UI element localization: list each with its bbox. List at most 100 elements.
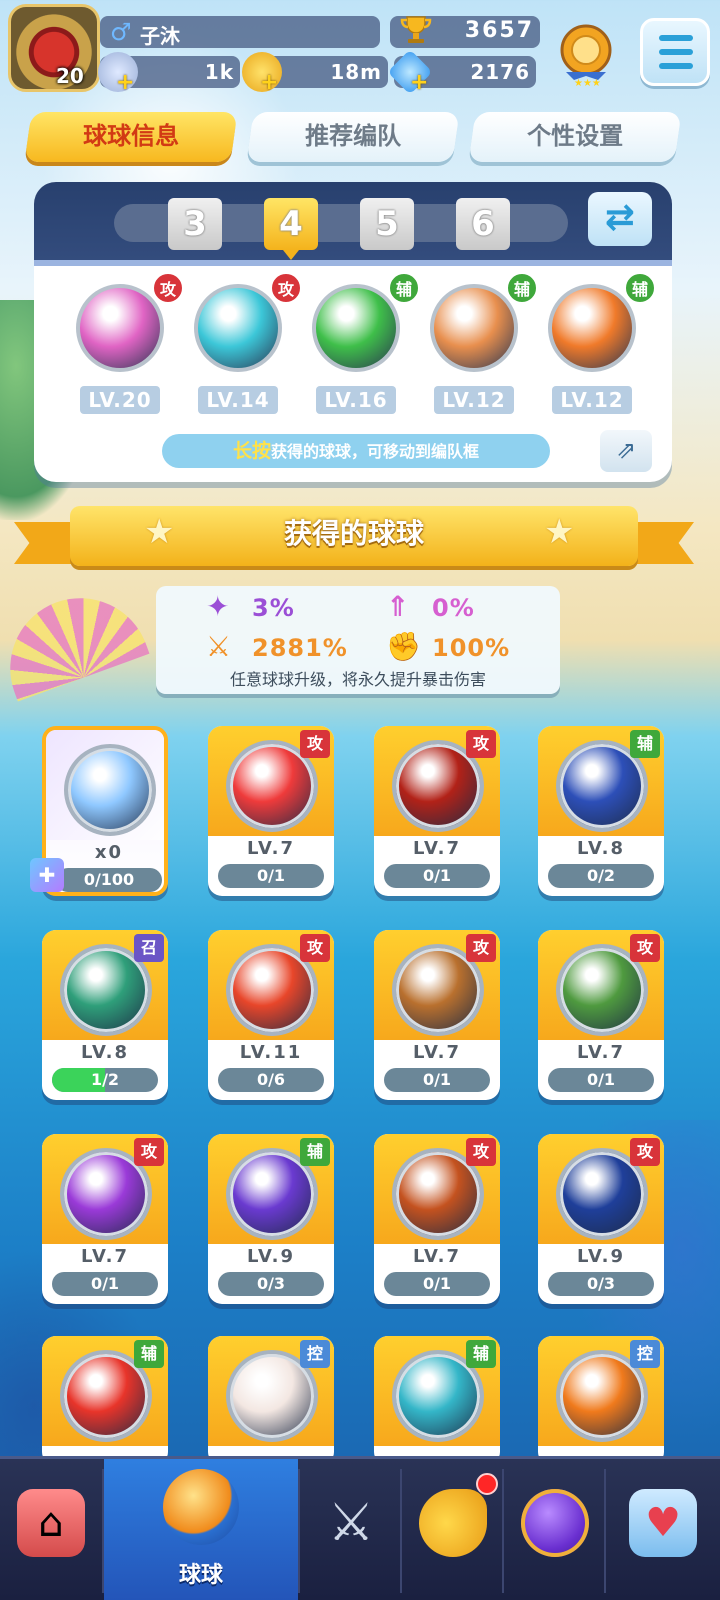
- male-icon: ♂: [110, 18, 132, 46]
- ball-card[interactable]: 辅 LV.8 0/2: [538, 726, 664, 896]
- ball-card[interactable]: 辅: [42, 1336, 168, 1466]
- team-slot-5[interactable]: 5: [360, 198, 414, 250]
- team-ball-5[interactable]: [548, 284, 636, 372]
- ball-card[interactable]: 攻 LV.11 0/6: [208, 930, 334, 1100]
- ball-card[interactable]: 攻 LV.7 0/1: [42, 1134, 168, 1304]
- ball-icon: [64, 744, 156, 836]
- upgrade-progress-bar: 0/1: [52, 1272, 158, 1296]
- add-gold-icon[interactable]: +: [260, 70, 278, 95]
- ball-card[interactable]: 召 LV.8 1/2: [42, 930, 168, 1100]
- ball-type-tag: 辅: [630, 730, 660, 758]
- trophy-count: 3657: [464, 18, 534, 43]
- team-slot-3[interactable]: 3: [168, 198, 222, 250]
- ball-card[interactable]: 攻 LV.7 0/1: [374, 726, 500, 896]
- upgrade-progress-bar: 0/6: [218, 1068, 324, 1092]
- upgrade-progress-bar: 0/2: [548, 864, 654, 888]
- ball-type-tag: 攻: [134, 1138, 164, 1166]
- ball-type-tag: 辅: [624, 272, 656, 304]
- power-value: 100%: [432, 634, 511, 662]
- upgrade-progress-bar: 0/3: [218, 1272, 324, 1296]
- progress-text: 0/1: [256, 866, 286, 885]
- ball-type-tag: 辅: [466, 1340, 496, 1368]
- puzzle-piece-icon: ✚: [30, 858, 64, 892]
- crit-boost-icon: ⇑: [386, 590, 410, 623]
- hint-highlight: 长按: [232, 440, 271, 462]
- team-ball-3[interactable]: [312, 284, 400, 372]
- ball-type-tag: 攻: [630, 934, 660, 962]
- add-diamond-icon[interactable]: +: [410, 70, 428, 95]
- ball-card[interactable]: 攻 LV.7 0/1: [374, 930, 500, 1100]
- ball-card[interactable]: 攻 LV.9 0/3: [538, 1134, 664, 1304]
- team-ball-4[interactable]: [430, 284, 518, 372]
- hint-text: 获得的球球，可移动到编队框: [271, 442, 480, 461]
- nav-planet[interactable]: [504, 1459, 606, 1600]
- menu-button[interactable]: [640, 18, 710, 86]
- tab-label: 推荐编队: [305, 122, 402, 150]
- crit-damage-icon: ⚔: [206, 630, 232, 663]
- team-ball-2[interactable]: [194, 284, 282, 372]
- upgrade-progress-bar: 0/1: [218, 864, 324, 888]
- add-energy-icon[interactable]: +: [116, 70, 134, 95]
- upgrade-progress-bar: 0/1: [548, 1068, 654, 1092]
- ball-card[interactable]: 控: [538, 1336, 664, 1466]
- team-ball-1[interactable]: [76, 284, 164, 372]
- ball-type-tag: 攻: [466, 934, 496, 962]
- nav-chat[interactable]: ♥: [606, 1459, 720, 1600]
- long-press-hint: 长按获得的球球，可移动到编队框: [162, 434, 550, 468]
- share-icon[interactable]: ⇗: [600, 430, 652, 472]
- team-slot-6[interactable]: 6: [456, 198, 510, 250]
- team-ball-level: LV.16: [316, 386, 396, 414]
- progress-text: 0/100: [83, 870, 135, 889]
- ball-card[interactable]: 辅 LV.9 0/3: [208, 1134, 334, 1304]
- rank-medal-icon[interactable]: ★★★: [556, 20, 616, 90]
- nav-whistle[interactable]: [402, 1459, 504, 1600]
- tab-label: 球球信息: [83, 122, 180, 150]
- progress-text: 0/1: [422, 1070, 452, 1089]
- ball-type-tag: 攻: [466, 730, 496, 758]
- team-header-stripe: [34, 260, 672, 266]
- ball-card[interactable]: 攻 LV.7 0/1: [374, 1134, 500, 1304]
- ball-level: LV.7: [81, 1246, 129, 1267]
- ball-type-tag: 攻: [630, 1138, 660, 1166]
- player-avatar[interactable]: [8, 4, 100, 92]
- ball-type-tag: 辅: [300, 1138, 330, 1166]
- ball-type-tag: 召: [134, 934, 164, 962]
- notification-dot: [476, 1473, 498, 1495]
- nav-ball[interactable]: 球球: [104, 1459, 298, 1600]
- upgrade-progress-bar: 0/1: [384, 1068, 490, 1092]
- crit-damage-value: 2881%: [252, 634, 348, 662]
- crit-boost-value: 0%: [432, 594, 475, 622]
- ball-card[interactable]: 控: [208, 1336, 334, 1466]
- ball-type-tag: 攻: [270, 272, 302, 304]
- whistle-icon: [419, 1489, 487, 1557]
- ball-level: x0: [94, 842, 124, 863]
- diamond-value: 2176: [470, 60, 530, 84]
- swap-icon[interactable]: ⇄: [588, 192, 652, 246]
- nav-shop[interactable]: ⌂: [0, 1459, 102, 1600]
- trophy-icon: [400, 16, 432, 43]
- tab-ball-info[interactable]: 球球信息: [24, 112, 238, 162]
- nav-battle[interactable]: ⚔: [300, 1459, 402, 1600]
- upgrade-progress-bar: 0/100: [56, 868, 162, 892]
- upgrade-progress-bar: 0/1: [384, 1272, 490, 1296]
- ball-card[interactable]: 辅: [374, 1336, 500, 1466]
- ball-card[interactable]: 攻 LV.7 0/1: [538, 930, 664, 1100]
- nav-ball-label: 球球: [178, 1563, 223, 1588]
- team-slot-4[interactable]: 4: [264, 198, 318, 260]
- progress-text: 0/3: [586, 1274, 616, 1293]
- crit-rate-value: 3%: [252, 594, 295, 622]
- tab-label: 个性设置: [527, 122, 624, 150]
- svg-text:★★★: ★★★: [574, 78, 601, 89]
- team-ball-level: LV.12: [552, 386, 632, 414]
- tab-recommended-team[interactable]: 推荐编队: [246, 112, 460, 162]
- ball-level: LV.7: [413, 1246, 461, 1267]
- crossed-swords-icon: ⚔: [327, 1493, 375, 1553]
- progress-text: 0/1: [90, 1274, 120, 1293]
- ball-type-tag: 控: [300, 1340, 330, 1368]
- tab-personal-settings[interactable]: 个性设置: [468, 112, 682, 162]
- ball-card[interactable]: 攻 LV.7 0/1: [208, 726, 334, 896]
- crit-stats-panel[interactable]: ✦ 3% ⇑ 0% ⚔ 2881% ✊ 100% 任意球球升级，将永久提升暴击伤…: [156, 586, 560, 694]
- progress-text: 0/6: [256, 1070, 286, 1089]
- power-icon: ✊: [386, 630, 421, 663]
- crit-rate-icon: ✦: [206, 590, 230, 623]
